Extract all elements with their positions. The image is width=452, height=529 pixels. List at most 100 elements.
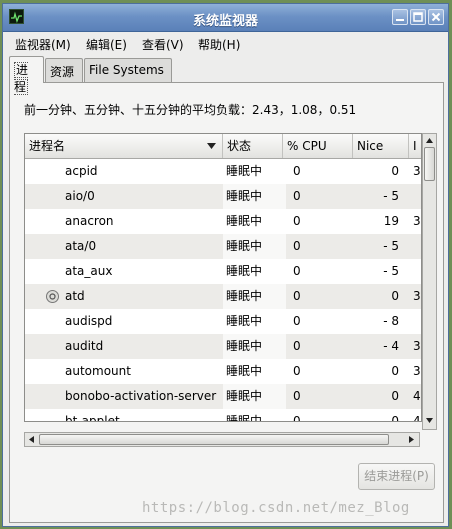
table-row[interactable]: automount 睡眠中 0 0 3 (25, 359, 421, 384)
nice-cell: - 5 (383, 189, 399, 203)
cpu-cell: 0 (293, 164, 301, 178)
titlebar[interactable]: 系统监视器 (3, 4, 448, 32)
scroll-up-icon[interactable] (425, 136, 434, 145)
truncated-cell (413, 259, 421, 284)
tab-bar: 进程 资源 File Systems (9, 56, 448, 95)
table-row[interactable]: audispd 睡眠中 0 - 8 (25, 309, 421, 334)
end-process-button[interactable]: 结束进程(P) (358, 463, 435, 490)
cpu-cell: 0 (293, 189, 301, 203)
horizontal-scroll-thumb[interactable] (39, 434, 389, 445)
process-icon (46, 290, 59, 303)
status-cell: 睡眠中 (223, 359, 286, 384)
nice-cell: - 5 (383, 264, 399, 278)
cpu-cell: 0 (293, 239, 301, 253)
minimize-icon (396, 19, 404, 21)
truncated-cell: 3 (413, 364, 421, 378)
tab-processes[interactable]: 进程 (9, 56, 44, 95)
scroll-down-icon[interactable] (425, 416, 434, 425)
process-name-cell: acpid (65, 164, 98, 178)
sort-descending-icon (207, 143, 216, 149)
truncated-cell (413, 309, 421, 334)
table-row[interactable]: ata_aux 睡眠中 0 - 5 (25, 259, 421, 284)
column-header-label: 进程名 (29, 139, 66, 153)
table-row[interactable]: acpid 睡眠中 0 0 3 (25, 159, 421, 184)
close-button[interactable] (428, 9, 444, 25)
process-name-cell: auditd (65, 339, 104, 353)
processes-panel: 前一分钟、五分钟、十五分钟的平均负载：2.43，1.08，0.51 进程名 状态… (9, 82, 444, 523)
nice-cell: 0 (391, 414, 399, 422)
nice-cell: - 5 (383, 239, 399, 253)
cpu-cell: 0 (293, 364, 301, 378)
cpu-cell: 0 (293, 314, 301, 328)
table-row[interactable]: anacron 睡眠中 0 19 3 (25, 209, 421, 234)
process-name-cell: anacron (65, 214, 114, 228)
menu-edit[interactable]: 编辑(E) (86, 36, 127, 53)
menu-monitor[interactable]: 监视器(M) (15, 36, 71, 53)
table-row[interactable]: auditd 睡眠中 0 - 4 3 (25, 334, 421, 359)
truncated-cell: 4 (413, 414, 421, 422)
menu-help[interactable]: 帮助(H) (198, 36, 240, 53)
status-cell: 睡眠中 (223, 334, 286, 359)
process-table: 进程名 状态 % CPU Nice I acpid 睡眠中 0 0 3 aio/… (24, 133, 422, 422)
scroll-right-icon[interactable] (407, 435, 416, 444)
status-cell: 睡眠中 (223, 284, 286, 309)
column-header-label: % CPU (287, 139, 327, 153)
cpu-cell: 0 (293, 214, 301, 228)
status-cell: 睡眠中 (223, 259, 286, 284)
vertical-scroll-thumb[interactable] (424, 147, 435, 181)
truncated-cell: 3 (413, 289, 421, 303)
nice-cell: 0 (391, 389, 399, 403)
nice-cell: 0 (391, 364, 399, 378)
process-name-cell: ata/0 (65, 239, 97, 253)
table-row[interactable]: bt-applet 睡眠中 0 0 4 (25, 409, 421, 422)
column-header-label: Nice (357, 139, 384, 153)
maximize-button[interactable] (410, 9, 426, 25)
process-name-cell: atd (65, 289, 85, 303)
cpu-cell: 0 (293, 264, 301, 278)
table-row[interactable]: bonobo-activation-server 睡眠中 0 0 4 (25, 384, 421, 409)
column-header-label: 状态 (227, 139, 252, 153)
process-name-cell: aio/0 (65, 189, 95, 203)
column-header-cpu[interactable]: % CPU (283, 134, 353, 158)
status-cell: 睡眠中 (223, 234, 286, 259)
column-header-label: I (413, 139, 417, 153)
nice-cell: 19 (383, 214, 399, 228)
cpu-cell: 0 (293, 389, 301, 403)
truncated-cell (413, 184, 421, 209)
window-title: 系统监视器 (192, 14, 258, 29)
horizontal-scrollbar[interactable] (24, 432, 420, 447)
table-header: 进程名 状态 % CPU Nice I (25, 134, 421, 159)
truncated-cell: 3 (413, 214, 421, 228)
column-header-nice[interactable]: Nice (353, 134, 409, 158)
tab-file-systems[interactable]: File Systems (84, 58, 172, 82)
nice-cell: 0 (391, 164, 399, 178)
minimize-button[interactable] (392, 9, 408, 25)
load-average-text: 前一分钟、五分钟、十五分钟的平均负载：2.43，1.08，0.51 (24, 103, 357, 117)
maximize-icon (413, 12, 423, 22)
column-header-process-name[interactable]: 进程名 (25, 134, 223, 158)
nice-cell: - 4 (383, 339, 399, 353)
process-name-cell: bonobo-activation-server (65, 389, 217, 403)
status-cell: 睡眠中 (223, 209, 286, 234)
truncated-cell (413, 234, 421, 259)
vertical-scrollbar[interactable] (422, 133, 437, 430)
tab-processes-label: 进程 (14, 62, 29, 95)
watermark: https://blog.csdn.net/mez_Blog (142, 500, 410, 516)
tab-resources-label: 资源 (50, 65, 75, 79)
menubar: 监视器(M) 编辑(E) 查看(V) 帮助(H) (3, 32, 448, 54)
tab-resources[interactable]: 资源 (45, 58, 83, 82)
tab-file-systems-label: File Systems (89, 63, 164, 77)
table-row[interactable]: atd 睡眠中 0 0 3 (25, 284, 421, 309)
status-cell: 睡眠中 (223, 309, 286, 334)
truncated-cell: 3 (413, 339, 421, 353)
table-row[interactable]: aio/0 睡眠中 0 - 5 (25, 184, 421, 209)
status-cell: 睡眠中 (223, 409, 286, 421)
menu-view[interactable]: 查看(V) (142, 36, 184, 53)
status-cell: 睡眠中 (223, 384, 286, 409)
scroll-left-icon[interactable] (27, 435, 36, 444)
column-header-truncated[interactable]: I (409, 134, 421, 158)
table-row[interactable]: ata/0 睡眠中 0 - 5 (25, 234, 421, 259)
nice-cell: - 8 (383, 314, 399, 328)
process-name-cell: bt-applet (65, 414, 120, 422)
column-header-status[interactable]: 状态 (223, 134, 283, 158)
